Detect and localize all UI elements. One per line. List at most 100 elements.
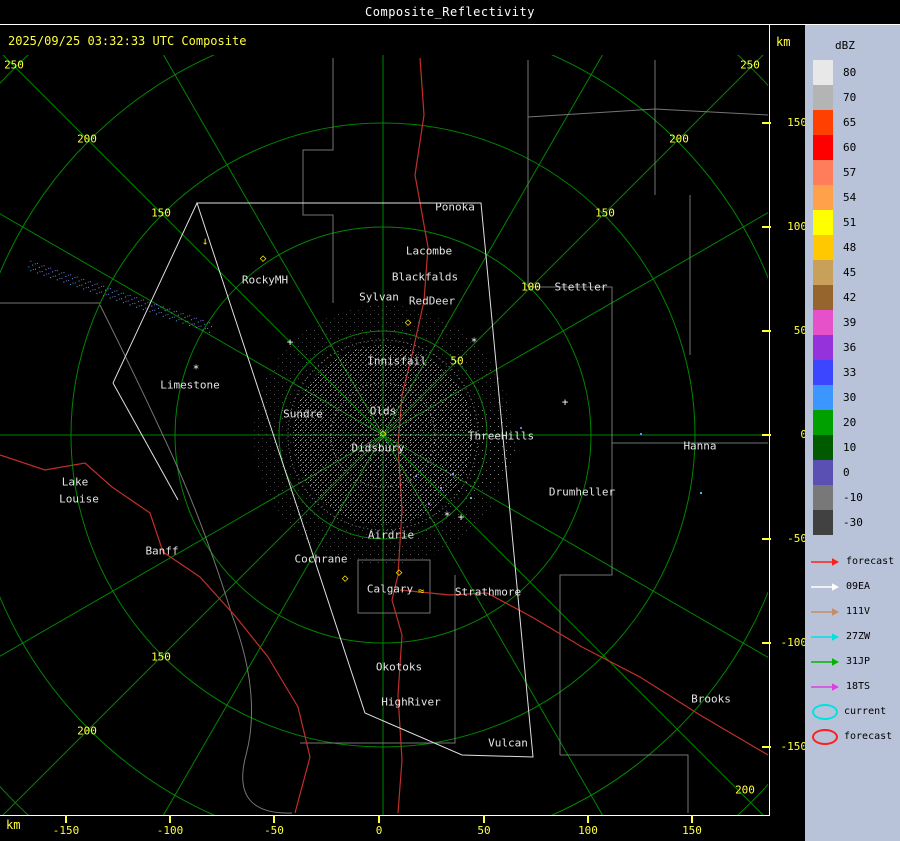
colorbar-swatch (813, 310, 833, 335)
colorbar-value: -30 (843, 516, 863, 529)
colorbar-entry: 30 (805, 385, 900, 410)
track-arrow-icon (811, 657, 839, 666)
colorbar-value: 10 (843, 441, 857, 454)
window-title: Composite_Reflectivity (365, 5, 535, 19)
colorbar-entry: 20 (805, 410, 900, 435)
track-label: 31JP (846, 656, 871, 667)
tick-mark (65, 815, 67, 823)
colorbar-entry: 33 (805, 360, 900, 385)
colorbar-swatch (813, 135, 833, 160)
colorbar-swatch (813, 385, 833, 410)
tick-mark (691, 815, 693, 823)
tick-label: 100 (787, 220, 807, 233)
tick-label: 150 (682, 824, 702, 837)
colorbar-swatch (813, 510, 833, 535)
storm-ellipse-icon (812, 728, 838, 745)
colorbar-entry: 51 (805, 210, 900, 235)
colorbar-value: 70 (843, 91, 857, 104)
colorbar-swatch (813, 435, 833, 460)
colorbar-entry: 0 (805, 460, 900, 485)
tick-label: 100 (578, 824, 598, 837)
tick-label: -50 (264, 824, 284, 837)
colorbar-value: 36 (843, 341, 857, 354)
track-arrow-icon (811, 582, 839, 591)
legend-track-row: 111V (805, 599, 900, 624)
colorbar-value: 57 (843, 166, 857, 179)
track-legend: forecast 09EA 111V 27ZW 31JP 18TS (805, 549, 900, 699)
colorbar-value: 65 (843, 116, 857, 129)
radar-map-canvas[interactable] (0, 55, 768, 815)
storm-ellipse-icon (812, 703, 838, 720)
tick-label: 0 (800, 428, 807, 441)
colorbar-entry: 60 (805, 135, 900, 160)
ellipse-label: forecast (844, 731, 893, 742)
colorbar-entry: 57 (805, 160, 900, 185)
colorbar-swatch (813, 260, 833, 285)
tick-label: 50 (477, 824, 491, 837)
tick-mark (378, 815, 380, 823)
tick-mark (483, 815, 485, 823)
tick-mark (273, 815, 275, 823)
colorbar-entry: 36 (805, 335, 900, 360)
colorbar-swatch (813, 335, 833, 360)
colorbar-value: 48 (843, 241, 857, 254)
colorbar-value: 42 (843, 291, 857, 304)
colorbar-swatch (813, 110, 833, 135)
colorbar-entry: 39 (805, 310, 900, 335)
tick-label: -150 (780, 740, 808, 753)
track-label: forecast (846, 556, 895, 567)
colorbar-swatch (813, 160, 833, 185)
track-label: 27ZW (846, 631, 871, 642)
colorbar-value: 54 (843, 191, 857, 204)
track-arrow-icon (811, 632, 839, 641)
tick-label: -50 (787, 532, 807, 545)
colorbar-value: 20 (843, 416, 857, 429)
echo-streak (26, 259, 215, 335)
colorbar: 80 70 65 60 57 54 51 48 45 42 39 36 33 3… (805, 60, 900, 535)
colorbar-swatch (813, 60, 833, 85)
colorbar-entry: 10 (805, 435, 900, 460)
colorbar-swatch (813, 185, 833, 210)
track-label: 111V (846, 606, 871, 617)
track-label: 09EA (846, 581, 871, 592)
colorbar-value: -10 (843, 491, 863, 504)
km-unit-top-right: km (776, 35, 791, 49)
colorbar-entry: 70 (805, 85, 900, 110)
tick-label: 150 (787, 116, 807, 129)
colorbar-entry: -10 (805, 485, 900, 510)
colorbar-value: 51 (843, 216, 857, 229)
colorbar-entry: 80 (805, 60, 900, 85)
colorbar-swatch (813, 485, 833, 510)
colorbar-swatch (813, 285, 833, 310)
colorbar-entry: -30 (805, 510, 900, 535)
title-bar: Composite_Reflectivity (0, 0, 900, 25)
map-right-border (769, 25, 770, 815)
colorbar-swatch (813, 360, 833, 385)
legend-track-row: 27ZW (805, 624, 900, 649)
colorbar-swatch (813, 85, 833, 110)
legend-track-row: 18TS (805, 674, 900, 699)
track-arrow-icon (811, 682, 839, 691)
map-bottom-border (0, 815, 770, 816)
tick-label: 50 (793, 324, 807, 337)
ellipse-label: current (844, 706, 887, 717)
colorbar-swatch (813, 235, 833, 260)
colorbar-value: 39 (843, 316, 857, 329)
colorbar-value: 30 (843, 391, 857, 404)
colorbar-entry: 42 (805, 285, 900, 310)
colorbar-entry: 48 (805, 235, 900, 260)
colorbar-swatch (813, 460, 833, 485)
tick-mark (169, 815, 171, 823)
track-arrow-icon (811, 557, 839, 566)
colorbar-value: 33 (843, 366, 857, 379)
track-arrow-icon (811, 607, 839, 616)
colorbar-value: 60 (843, 141, 857, 154)
colorbar-entry: 45 (805, 260, 900, 285)
radar-map-graphics (0, 55, 768, 815)
colorbar-swatch (813, 410, 833, 435)
colorbar-unit-label: dBZ (835, 39, 855, 52)
tick-label: -100 (156, 824, 184, 837)
ellipse-legend: current forecast (805, 699, 900, 749)
legend-ellipse-row: forecast (805, 724, 900, 749)
tick-label: 0 (375, 824, 383, 837)
